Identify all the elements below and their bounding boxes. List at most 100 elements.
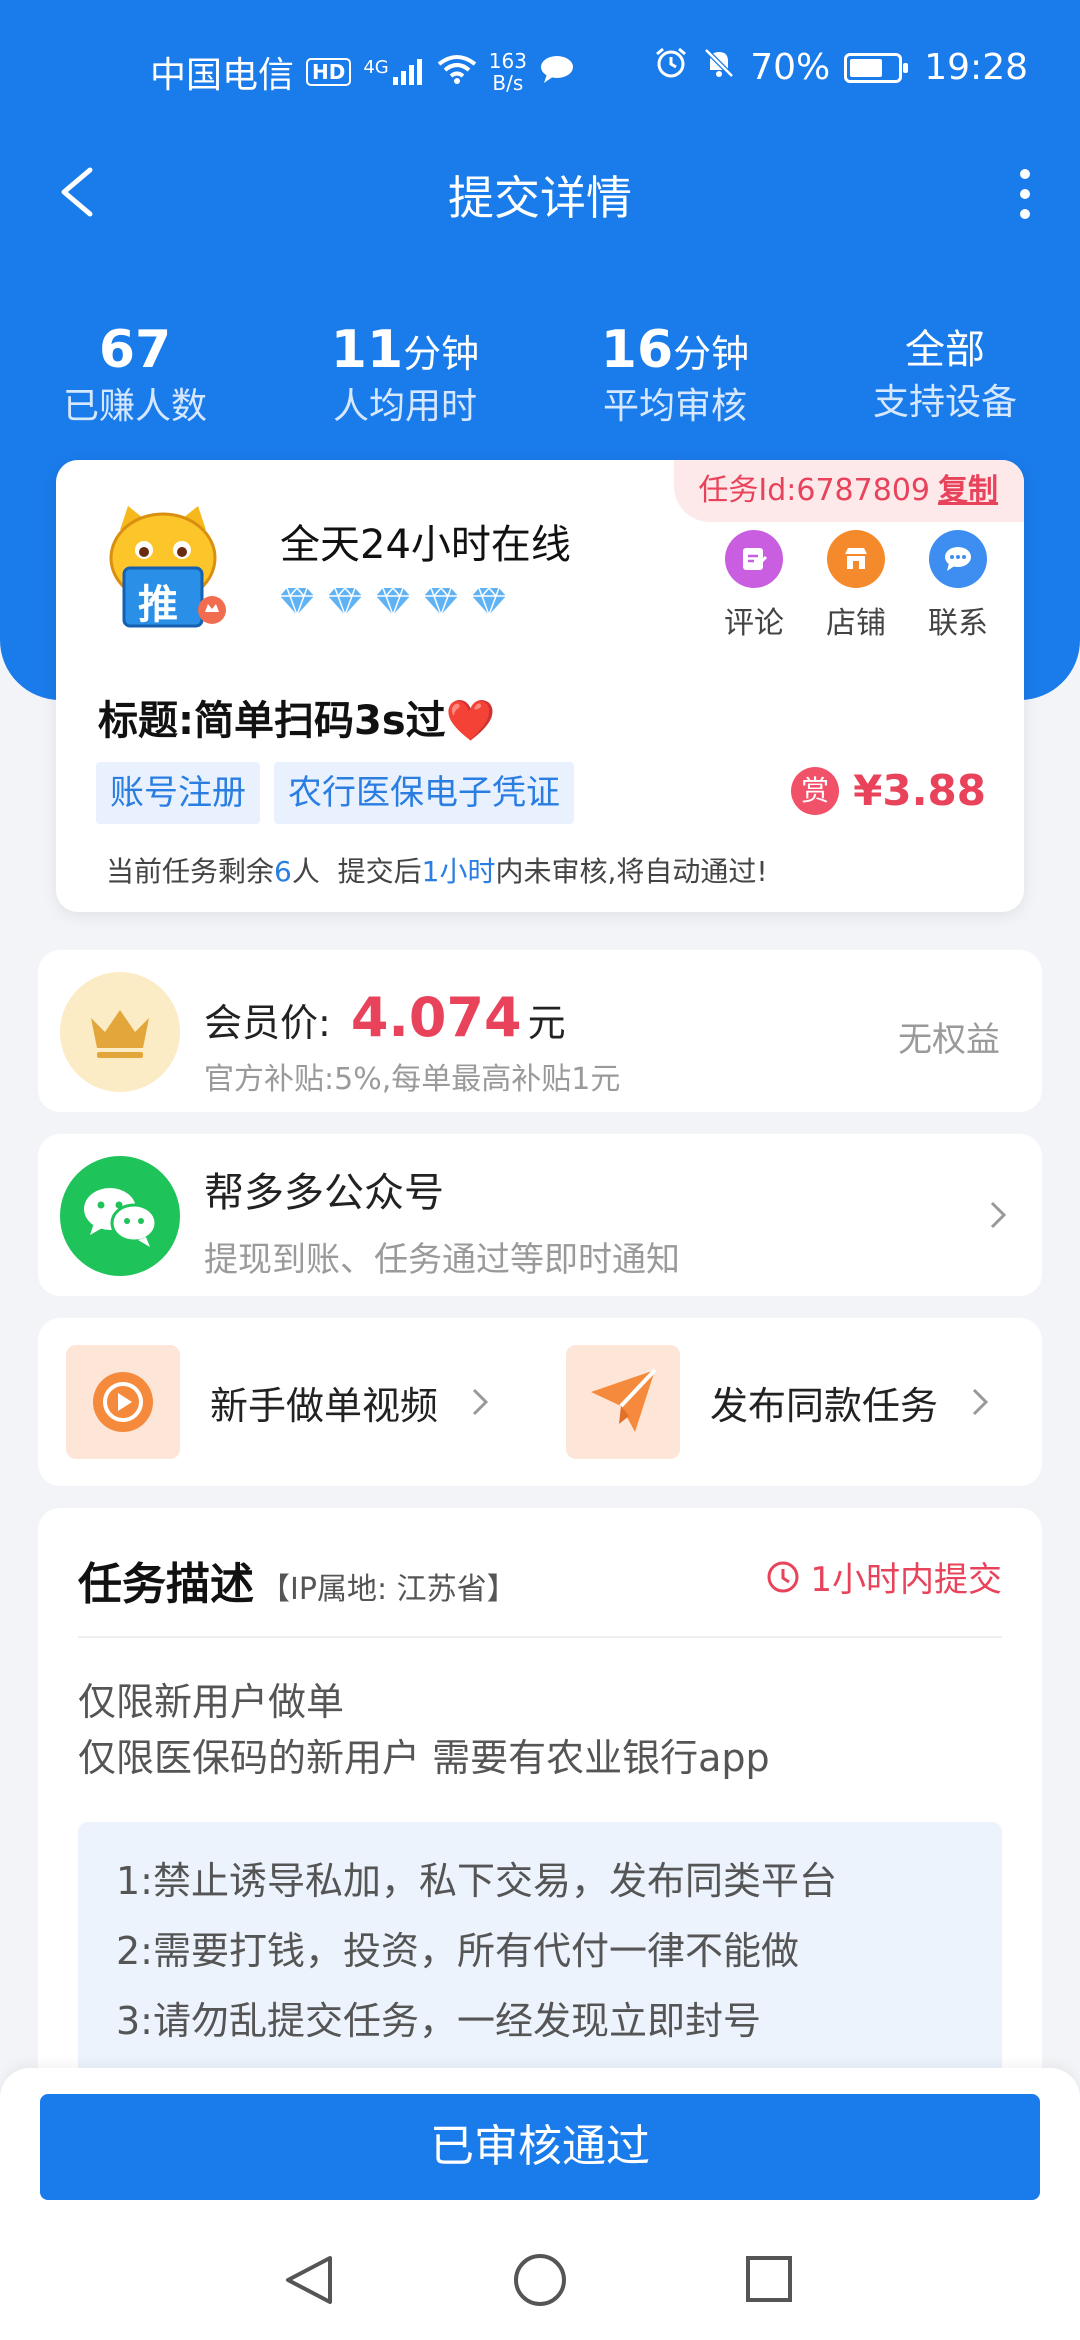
task-id: 任务Id:6787809 xyxy=(698,473,930,508)
video-play-icon xyxy=(66,1345,180,1459)
speed-value: 163 xyxy=(488,49,527,73)
quick-links-card: 新手做单视频 发布同款任务 xyxy=(38,1318,1042,1486)
tag-account-register: 账号注册 xyxy=(96,762,260,824)
carrier-name: 中国电信 xyxy=(150,55,295,96)
chevron-right-icon xyxy=(990,1201,1007,1229)
shop-actions: 评论 店铺 联系 xyxy=(724,530,988,642)
stat-value: 全部 xyxy=(905,327,985,373)
stat-avg-time: 11分钟 人均用时 xyxy=(270,320,540,430)
publish-same-task-link[interactable]: 发布同款任务 xyxy=(566,1342,1026,1462)
member-price-unit: 元 xyxy=(527,1001,566,1045)
network-type: 4G xyxy=(363,57,389,78)
member-price-card[interactable]: 会员价: 4.074 元 官方补贴:5%,每单最高补贴1元 无权益 xyxy=(38,950,1042,1112)
network-speed: 163 B/s xyxy=(489,50,527,94)
ip-location: 【IP属地: 江苏省】 xyxy=(260,1572,517,1607)
stat-value: 67 xyxy=(98,320,172,380)
chevron-right-icon xyxy=(472,1388,489,1416)
auto-approve-time: 1小时 xyxy=(421,855,496,888)
description-text: 仅限新用户做单 仅限医保码的新用户 需要有农业银行app xyxy=(78,1674,770,1786)
rule-item: 1:禁止诱导私加，私下交易，发布同类平台 xyxy=(116,1859,837,1903)
stat-earned-count: 67 已赚人数 xyxy=(0,320,270,430)
submit-deadline: 1小时内提交 xyxy=(766,1552,1002,1601)
remaining-count: 6 xyxy=(274,855,292,888)
shop-name: 全天24小时在线 xyxy=(280,522,571,568)
shop-icon xyxy=(827,530,885,588)
status-bar: 中国电信 HD 4G 163 B/s 70% 19:28 xyxy=(0,0,1080,130)
stat-label: 人均用时 xyxy=(332,386,477,427)
description-line: 仅限医保码的新用户 需要有农业银行app xyxy=(78,1736,770,1780)
task-reward: 赏 ¥3.88 xyxy=(791,766,986,815)
description-line: 仅限新用户做单 xyxy=(78,1680,345,1724)
task-notice: 当前任务剩余6人 提交后1小时内未审核,将自动通过! xyxy=(106,850,768,890)
comment-button[interactable]: 评论 xyxy=(724,530,784,642)
comment-label: 评论 xyxy=(724,606,784,641)
heart-icon: ❤️ xyxy=(445,698,496,744)
more-vertical-icon[interactable] xyxy=(1010,164,1040,224)
task-title: 标题:简单扫码3s过❤️ xyxy=(98,688,495,746)
stat-label: 平均审核 xyxy=(602,386,747,427)
stat-label: 支持设备 xyxy=(872,382,1017,423)
reward-amount: ¥3.88 xyxy=(853,766,986,815)
shop-label: 店铺 xyxy=(826,606,886,641)
rule-item: 2:需要打钱，投资，所有代付一律不能做 xyxy=(116,1929,799,1973)
task-description-card: 任务描述 【IP属地: 江苏省】 1小时内提交 仅限新用户做单 仅限医保码的新用… xyxy=(38,1508,1042,2108)
diamond-icon xyxy=(328,586,362,616)
task-tags: 账号注册 农行医保电子凭证 xyxy=(96,762,574,824)
stat-value: 11 xyxy=(330,320,404,380)
nav-recents-icon[interactable] xyxy=(746,2256,792,2302)
wechat-title: 帮多多公众号 xyxy=(204,1170,444,1216)
shop-avatar[interactable]: 推 xyxy=(98,500,228,630)
page-title: 提交详情 xyxy=(448,171,632,225)
newbie-video-label: 新手做单视频 xyxy=(210,1383,439,1428)
task-id-badge: 任务Id:6787809 复制 xyxy=(674,460,1024,522)
rules-box: 1:禁止诱导私加，私下交易，发布同类平台 2:需要打钱，投资，所有代付一律不能做… xyxy=(78,1822,1002,2082)
diamond-icon xyxy=(424,586,458,616)
description-header: 任务描述 【IP属地: 江苏省】 xyxy=(78,1548,517,1612)
newbie-video-link[interactable]: 新手做单视频 xyxy=(66,1342,526,1462)
battery-percent: 70% xyxy=(750,47,831,88)
speed-unit: B/s xyxy=(492,71,524,95)
task-card: 任务Id:6787809 复制 推 全天24小时在线 评论 店铺 联系 标题:简… xyxy=(56,460,1024,912)
publish-same-task-label: 发布同款任务 xyxy=(710,1383,939,1428)
avatar-text: 推 xyxy=(138,582,178,628)
contact-label: 联系 xyxy=(928,606,988,641)
member-price-value: 4.074 xyxy=(350,986,522,1049)
wechat-icon xyxy=(60,1156,180,1276)
member-price-row: 会员价: 4.074 元 xyxy=(204,986,566,1049)
stat-unit: 分钟 xyxy=(403,332,480,376)
description-title: 任务描述 xyxy=(78,1559,254,1610)
notice-text: 人 提交后 xyxy=(291,855,422,888)
copy-id-button[interactable]: 复制 xyxy=(938,473,998,508)
alarm-icon xyxy=(654,46,688,89)
signal-icon: 4G xyxy=(363,57,424,87)
stat-value: 16 xyxy=(600,320,674,380)
divider xyxy=(78,1636,1002,1638)
tag-abc-medical: 农行医保电子凭证 xyxy=(274,762,574,824)
chevron-right-icon xyxy=(972,1388,989,1416)
nav-home-icon[interactable] xyxy=(514,2254,566,2306)
stat-unit: 分钟 xyxy=(673,332,750,376)
reward-icon: 赏 xyxy=(791,766,840,815)
rule-item: 3:请勿乱提交任务，一经发现立即封号 xyxy=(116,1999,761,2043)
deadline-text: 1小时内提交 xyxy=(810,1560,1002,1600)
contact-button[interactable]: 联系 xyxy=(928,530,988,642)
stat-avg-review: 16分钟 平均审核 xyxy=(540,320,810,430)
wechat-official-account-card[interactable]: 帮多多公众号 提现到账、任务通过等即时通知 xyxy=(38,1134,1042,1296)
diamond-icon xyxy=(472,586,506,616)
diamond-icon xyxy=(280,586,314,616)
message-icon xyxy=(539,52,575,93)
battery-fill xyxy=(850,58,883,77)
clock-icon xyxy=(767,1561,799,1592)
task-title-text: 标题:简单扫码3s过 xyxy=(98,698,446,744)
shop-button[interactable]: 店铺 xyxy=(826,530,886,642)
notice-text: 内未审核,将自动通过! xyxy=(495,855,768,888)
approved-button[interactable]: 已审核通过 xyxy=(40,2094,1040,2200)
mute-bell-icon xyxy=(702,46,736,89)
system-nav-bar xyxy=(286,2254,792,2306)
notice-text: 当前任务剩余 xyxy=(106,855,275,888)
clock-time: 19:28 xyxy=(924,47,1028,88)
hd-badge: HD xyxy=(306,58,352,86)
wifi-icon xyxy=(437,52,477,93)
nav-back-icon[interactable] xyxy=(286,2256,332,2304)
shop-rating xyxy=(278,586,508,616)
